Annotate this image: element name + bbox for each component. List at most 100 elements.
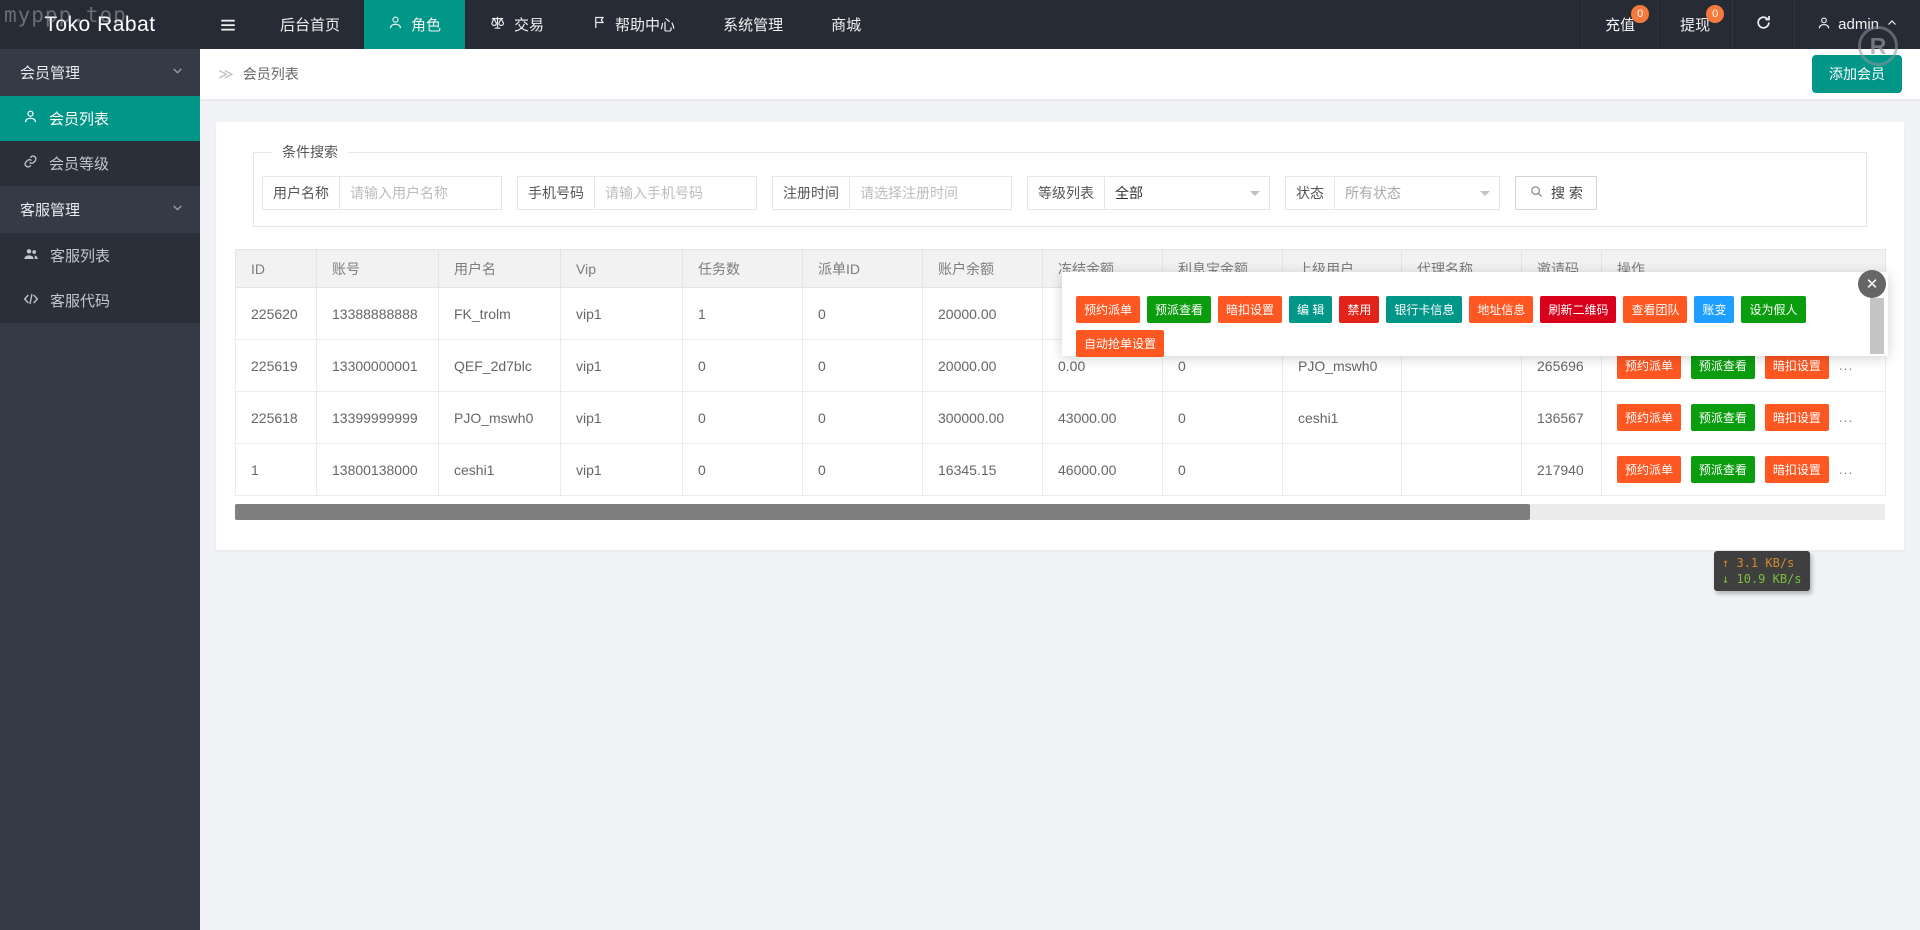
page-topbar: ≫ 会员列表 添加会员 bbox=[200, 49, 1920, 99]
breadcrumb: ≫ 会员列表 bbox=[218, 64, 299, 84]
sidebar-item-service-list[interactable]: 客服列表 bbox=[0, 233, 200, 278]
withdraw-badge: 0 bbox=[1706, 5, 1724, 23]
dispatch-view-button[interactable]: 预派查看 bbox=[1691, 404, 1755, 431]
sidebar-group-member-management[interactable]: 会员管理 bbox=[0, 49, 200, 96]
search-form-row: 用户名称 手机号码 注册时间 等级列表 全部 bbox=[262, 176, 1858, 210]
table-row: 225618 13399999999 PJO_mswh0 vip1 0 0 30… bbox=[236, 392, 1886, 444]
register-time-label: 注册时间 bbox=[772, 176, 850, 210]
nav-item-roles[interactable]: 角色 bbox=[364, 0, 465, 49]
sidebar-item-member-level[interactable]: 会员等级 bbox=[0, 141, 200, 186]
user-menu[interactable]: admin bbox=[1794, 0, 1920, 49]
top-navbar: Toko Rabat 后台首页 角色 交易 帮助中心 系统管理 商城 充值 0 … bbox=[0, 0, 1920, 49]
search-legend: 条件搜索 bbox=[272, 142, 348, 162]
popup-actions: 预约派单 预派查看 暗扣设置 编 辑 禁用 银行卡信息 地址信息 刷新二维码 查… bbox=[1062, 272, 1888, 367]
dropdown-caret-icon bbox=[1250, 191, 1260, 201]
nav-item-help-center[interactable]: 帮助中心 bbox=[568, 0, 699, 49]
phone-label: 手机号码 bbox=[517, 176, 595, 210]
breadcrumb-sep-icon: ≫ bbox=[218, 65, 234, 83]
col-tasks: 任务数 bbox=[683, 250, 803, 288]
search-fieldset: 条件搜索 用户名称 手机号码 注册时间 等级列表 bbox=[253, 142, 1867, 227]
nav-item-mall[interactable]: 商城 bbox=[807, 0, 885, 49]
level-label: 等级列表 bbox=[1027, 176, 1105, 210]
chevron-down-icon bbox=[171, 64, 184, 81]
reserve-dispatch-button[interactable]: 预约派单 bbox=[1617, 404, 1681, 431]
code-icon bbox=[23, 291, 39, 311]
hidden-deduct-button[interactable]: 暗扣设置 bbox=[1765, 404, 1829, 431]
withdraw-button[interactable]: 提现 0 bbox=[1657, 0, 1732, 49]
add-member-button[interactable]: 添加会员 bbox=[1812, 55, 1902, 93]
disable-button[interactable]: 禁用 bbox=[1339, 296, 1379, 323]
scrollbar-thumb[interactable] bbox=[235, 504, 1530, 520]
username: admin bbox=[1838, 16, 1879, 33]
table-row: 1 13800138000 ceshi1 vip1 0 0 16345.15 4… bbox=[236, 444, 1886, 496]
level-select[interactable]: 全部 bbox=[1105, 176, 1270, 210]
person-icon bbox=[1817, 16, 1831, 34]
username-label: 用户名称 bbox=[262, 176, 340, 210]
nav-menu: 后台首页 角色 交易 帮助中心 系统管理 商城 bbox=[200, 0, 885, 49]
popup-scrollbar[interactable] bbox=[1870, 298, 1884, 354]
bank-card-info-button[interactable]: 银行卡信息 bbox=[1386, 296, 1462, 323]
edit-button[interactable]: 编 辑 bbox=[1289, 296, 1332, 323]
refresh-button[interactable] bbox=[1732, 0, 1794, 49]
username-input[interactable] bbox=[340, 176, 502, 210]
main-area: ≫ 会员列表 添加会员 条件搜索 用户名称 手机号码 注册时间 bbox=[200, 49, 1920, 930]
actions-cell: 预约派单 预派查看 暗扣设置 ... bbox=[1602, 392, 1886, 444]
upload-speed: ↑ 3.1 KB/s bbox=[1722, 555, 1802, 571]
close-icon[interactable]: ✕ bbox=[1858, 270, 1886, 298]
status-field-group: 状态 所有状态 bbox=[1285, 176, 1500, 210]
sidebar-item-member-list[interactable]: 会员列表 bbox=[0, 96, 200, 141]
sidebar: 会员管理 会员列表 会员等级 客服管理 客服列表 客服代码 bbox=[0, 49, 200, 930]
dropdown-caret-icon bbox=[1480, 191, 1490, 201]
hidden-deduct-button[interactable]: 暗扣设置 bbox=[1765, 456, 1829, 483]
reserve-dispatch-button[interactable]: 预约派单 bbox=[1617, 456, 1681, 483]
address-info-button[interactable]: 地址信息 bbox=[1469, 296, 1533, 323]
col-dispatch-id: 派单ID bbox=[803, 250, 923, 288]
status-select[interactable]: 所有状态 bbox=[1335, 176, 1500, 210]
col-balance: 账户余额 bbox=[923, 250, 1043, 288]
refresh-qrcode-button[interactable]: 刷新二维码 bbox=[1540, 296, 1616, 323]
actions-cell: 预约派单 预派查看 暗扣设置 ... bbox=[1602, 444, 1886, 496]
username-field-group: 用户名称 bbox=[262, 176, 502, 210]
row-actions-popup: ✕ 预约派单 预派查看 暗扣设置 编 辑 禁用 银行卡信息 地址信息 刷新二维码… bbox=[1062, 272, 1888, 356]
reserve-dispatch-button[interactable]: 预约派单 bbox=[1076, 296, 1140, 323]
account-change-button[interactable]: 账变 bbox=[1694, 296, 1734, 323]
dispatch-view-button[interactable]: 预派查看 bbox=[1147, 296, 1211, 323]
recharge-button[interactable]: 充值 0 bbox=[1582, 0, 1657, 49]
app-logo: Toko Rabat bbox=[0, 0, 200, 49]
download-speed: ↓ 10.9 KB/s bbox=[1722, 571, 1802, 587]
sidebar-item-service-code[interactable]: 客服代码 bbox=[0, 278, 200, 323]
auto-grab-settings-button[interactable]: 自动抢单设置 bbox=[1076, 330, 1164, 357]
col-account: 账号 bbox=[317, 250, 439, 288]
nav-item-system[interactable]: 系统管理 bbox=[699, 0, 807, 49]
sidebar-group-service-management[interactable]: 客服管理 bbox=[0, 186, 200, 233]
chevron-up-icon bbox=[1886, 16, 1898, 33]
hidden-deduct-button[interactable]: 暗扣设置 bbox=[1218, 296, 1282, 323]
col-id: ID bbox=[236, 250, 317, 288]
nav-item-dashboard[interactable]: 后台首页 bbox=[256, 0, 364, 49]
search-icon bbox=[1529, 184, 1544, 202]
nav-item-transactions[interactable]: 交易 bbox=[465, 0, 568, 49]
arrow-down-icon: ↓ bbox=[1722, 572, 1729, 586]
nav-right: 充值 0 提现 0 admin bbox=[1582, 0, 1920, 49]
phone-field-group: 手机号码 bbox=[517, 176, 757, 210]
link-icon bbox=[23, 154, 38, 173]
col-vip: Vip bbox=[561, 250, 683, 288]
phone-input[interactable] bbox=[595, 176, 757, 210]
register-time-input[interactable] bbox=[850, 176, 1012, 210]
more-actions[interactable]: ... bbox=[1839, 461, 1854, 477]
dispatch-view-button[interactable]: 预派查看 bbox=[1691, 456, 1755, 483]
set-fake-user-button[interactable]: 设为假人 bbox=[1741, 296, 1805, 323]
breadcrumb-current: 会员列表 bbox=[243, 64, 299, 84]
arrow-up-icon: ↑ bbox=[1722, 556, 1729, 570]
users-icon bbox=[23, 246, 39, 266]
horizontal-scrollbar[interactable] bbox=[235, 504, 1885, 520]
recharge-badge: 0 bbox=[1631, 5, 1649, 23]
chevron-down-icon bbox=[171, 201, 184, 218]
person-icon bbox=[388, 15, 403, 34]
view-team-button[interactable]: 查看团队 bbox=[1623, 296, 1687, 323]
more-actions[interactable]: ... bbox=[1839, 409, 1854, 425]
level-field-group: 等级列表 全部 bbox=[1027, 176, 1270, 210]
search-button[interactable]: 搜 索 bbox=[1515, 176, 1597, 210]
register-time-field-group: 注册时间 bbox=[772, 176, 1012, 210]
hamburger-menu-icon[interactable] bbox=[200, 0, 256, 49]
